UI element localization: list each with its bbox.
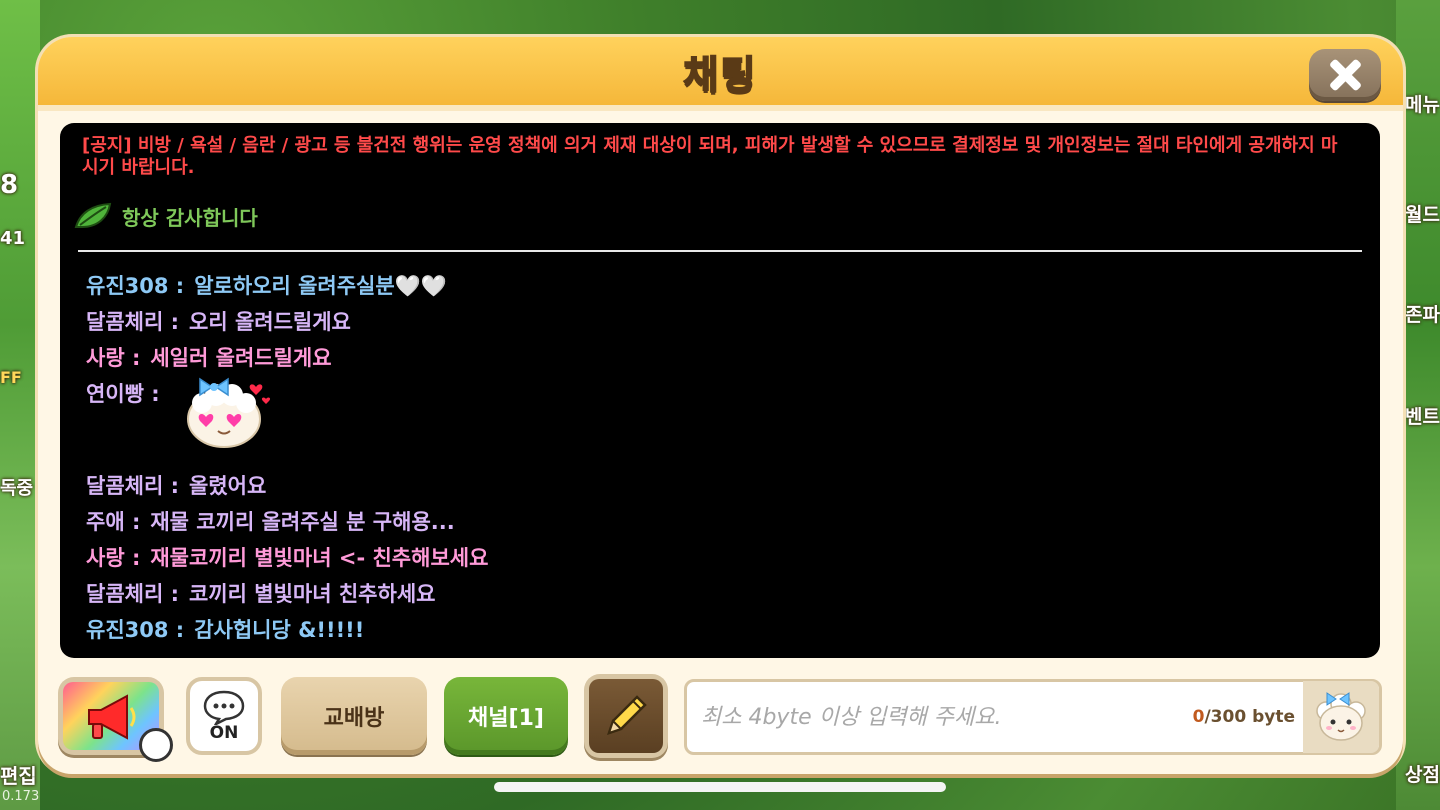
byte-count-max: /300 byte bbox=[1204, 707, 1295, 727]
chat-message: 주애 : 재물 코끼리 올려주실 분 구해용... bbox=[86, 507, 1360, 543]
edit-button[interactable]: 편집 bbox=[0, 760, 37, 789]
message-text: 코끼리 별빛마녀 친추하세요 bbox=[189, 582, 436, 606]
zone-button[interactable]: 존파 bbox=[1405, 300, 1440, 327]
message-text: 알로하오리 올려주실분🤍🤍 bbox=[194, 274, 447, 298]
message-sender[interactable]: 주애 : bbox=[86, 507, 140, 537]
chat-panel: 채팅 [공지] 비방 / 욕설 / 음란 / 광고 등 불건전 행위는 운영 정… bbox=[38, 37, 1403, 774]
divider bbox=[78, 250, 1362, 252]
pinned-message: 항상 감사합니다 bbox=[74, 201, 258, 231]
chat-input[interactable] bbox=[687, 682, 1193, 752]
message-sender[interactable]: 달콤체리 : bbox=[86, 307, 179, 337]
message-list: 유진308 : 알로하오리 올려주실분🤍🤍 달콤체리 : 오리 올려드릴게요 사… bbox=[86, 271, 1360, 651]
megaphone-background bbox=[63, 682, 173, 762]
pencil-icon bbox=[607, 695, 647, 735]
chat-toggle-label: ON bbox=[209, 723, 239, 743]
world-button[interactable]: 월드 bbox=[1405, 200, 1440, 227]
game-background-left bbox=[0, 0, 40, 810]
message-sender[interactable]: 사랑 : bbox=[86, 543, 140, 573]
side-label-ing: 독중 bbox=[0, 478, 34, 499]
panel-header: 채팅 bbox=[38, 37, 1403, 111]
exchange-room-button[interactable]: 교배방 bbox=[281, 677, 427, 755]
chat-input-container: 0/300 byte bbox=[684, 679, 1382, 755]
sheep-emoticon-icon bbox=[1316, 692, 1366, 741]
message-text: 세일러 올려드릴게요 bbox=[150, 346, 332, 370]
message-sender[interactable]: 달콤체리 : bbox=[86, 579, 179, 609]
chat-message: 유진308 : 알로하오리 올려주실분🤍🤍 bbox=[86, 271, 1360, 307]
message-sender[interactable]: 유진308 : bbox=[86, 271, 184, 301]
chat-bubble-icon bbox=[203, 690, 245, 725]
home-indicator[interactable] bbox=[494, 782, 946, 792]
emoticon-button[interactable] bbox=[1303, 681, 1379, 753]
leaf-icon bbox=[74, 202, 112, 228]
pinned-text: 항상 감사합니다 bbox=[122, 205, 258, 230]
message-sender[interactable]: 사랑 : bbox=[86, 343, 140, 373]
message-text: 재물 코끼리 올려주실 분 구해용... bbox=[150, 510, 455, 534]
pencil-button[interactable] bbox=[584, 674, 668, 758]
shop-button[interactable]: 상점 bbox=[1405, 760, 1440, 787]
message-text: 오리 올려드릴게요 bbox=[189, 310, 351, 334]
message-text: 감사헙니당 &!!!!! bbox=[194, 618, 365, 642]
menu-button[interactable]: 메뉴 bbox=[1405, 90, 1440, 117]
message-text: 재물코끼리 별빛마녀 <- 친추해보세요 bbox=[150, 546, 489, 570]
version-label: 0.173 bbox=[2, 789, 40, 804]
message-sender[interactable]: 달콤체리 : bbox=[86, 471, 179, 501]
sheep-heart-eyes-sticker bbox=[186, 377, 270, 448]
pencil-background bbox=[589, 679, 663, 753]
chat-message: 달콤체리 : 코끼리 별빛마녀 친추하세요 bbox=[86, 579, 1360, 615]
level-badge: 8 bbox=[0, 170, 19, 200]
chat-message: 연이빵 : bbox=[86, 377, 1360, 471]
megaphone-icon bbox=[88, 694, 136, 740]
notice-text: [공지] 비방 / 욕설 / 음란 / 광고 등 불건전 행위는 운영 정책에 … bbox=[82, 135, 1338, 178]
chat-log[interactable]: [공지] 비방 / 욕설 / 음란 / 광고 등 불건전 행위는 운영 정책에 … bbox=[60, 123, 1380, 658]
chat-message: 사랑 : 세일러 올려드릴게요 bbox=[86, 343, 1360, 379]
chat-message: 달콤체리 : 오리 올려드릴게요 bbox=[86, 307, 1360, 343]
panel-title: 채팅 bbox=[683, 52, 758, 98]
off-badge: FF bbox=[0, 368, 22, 387]
channel-button[interactable]: 채널[1] bbox=[444, 677, 568, 755]
message-sender[interactable]: 유진308 : bbox=[86, 615, 184, 645]
close-icon bbox=[1328, 58, 1362, 92]
chat-message: 유진308 : 감사헙니당 &!!!!! bbox=[86, 615, 1360, 651]
message-text: 올렸어요 bbox=[189, 474, 267, 498]
byte-counter: 0/300 byte bbox=[1193, 707, 1295, 727]
notification-count: 41 bbox=[0, 228, 26, 249]
chat-message: 달콤체리 : 올렸어요 bbox=[86, 471, 1360, 507]
message-sender[interactable]: 연이빵 : bbox=[86, 379, 160, 409]
chat-message: 사랑 : 재물코끼리 별빛마녀 <- 친추해보세요 bbox=[86, 543, 1360, 579]
close-button[interactable] bbox=[1309, 49, 1381, 101]
megaphone-button[interactable] bbox=[58, 677, 173, 762]
chat-toggle-button[interactable]: ON bbox=[186, 677, 262, 755]
rainbow-badge-icon bbox=[139, 728, 173, 762]
byte-count-current: 0 bbox=[1192, 707, 1205, 727]
